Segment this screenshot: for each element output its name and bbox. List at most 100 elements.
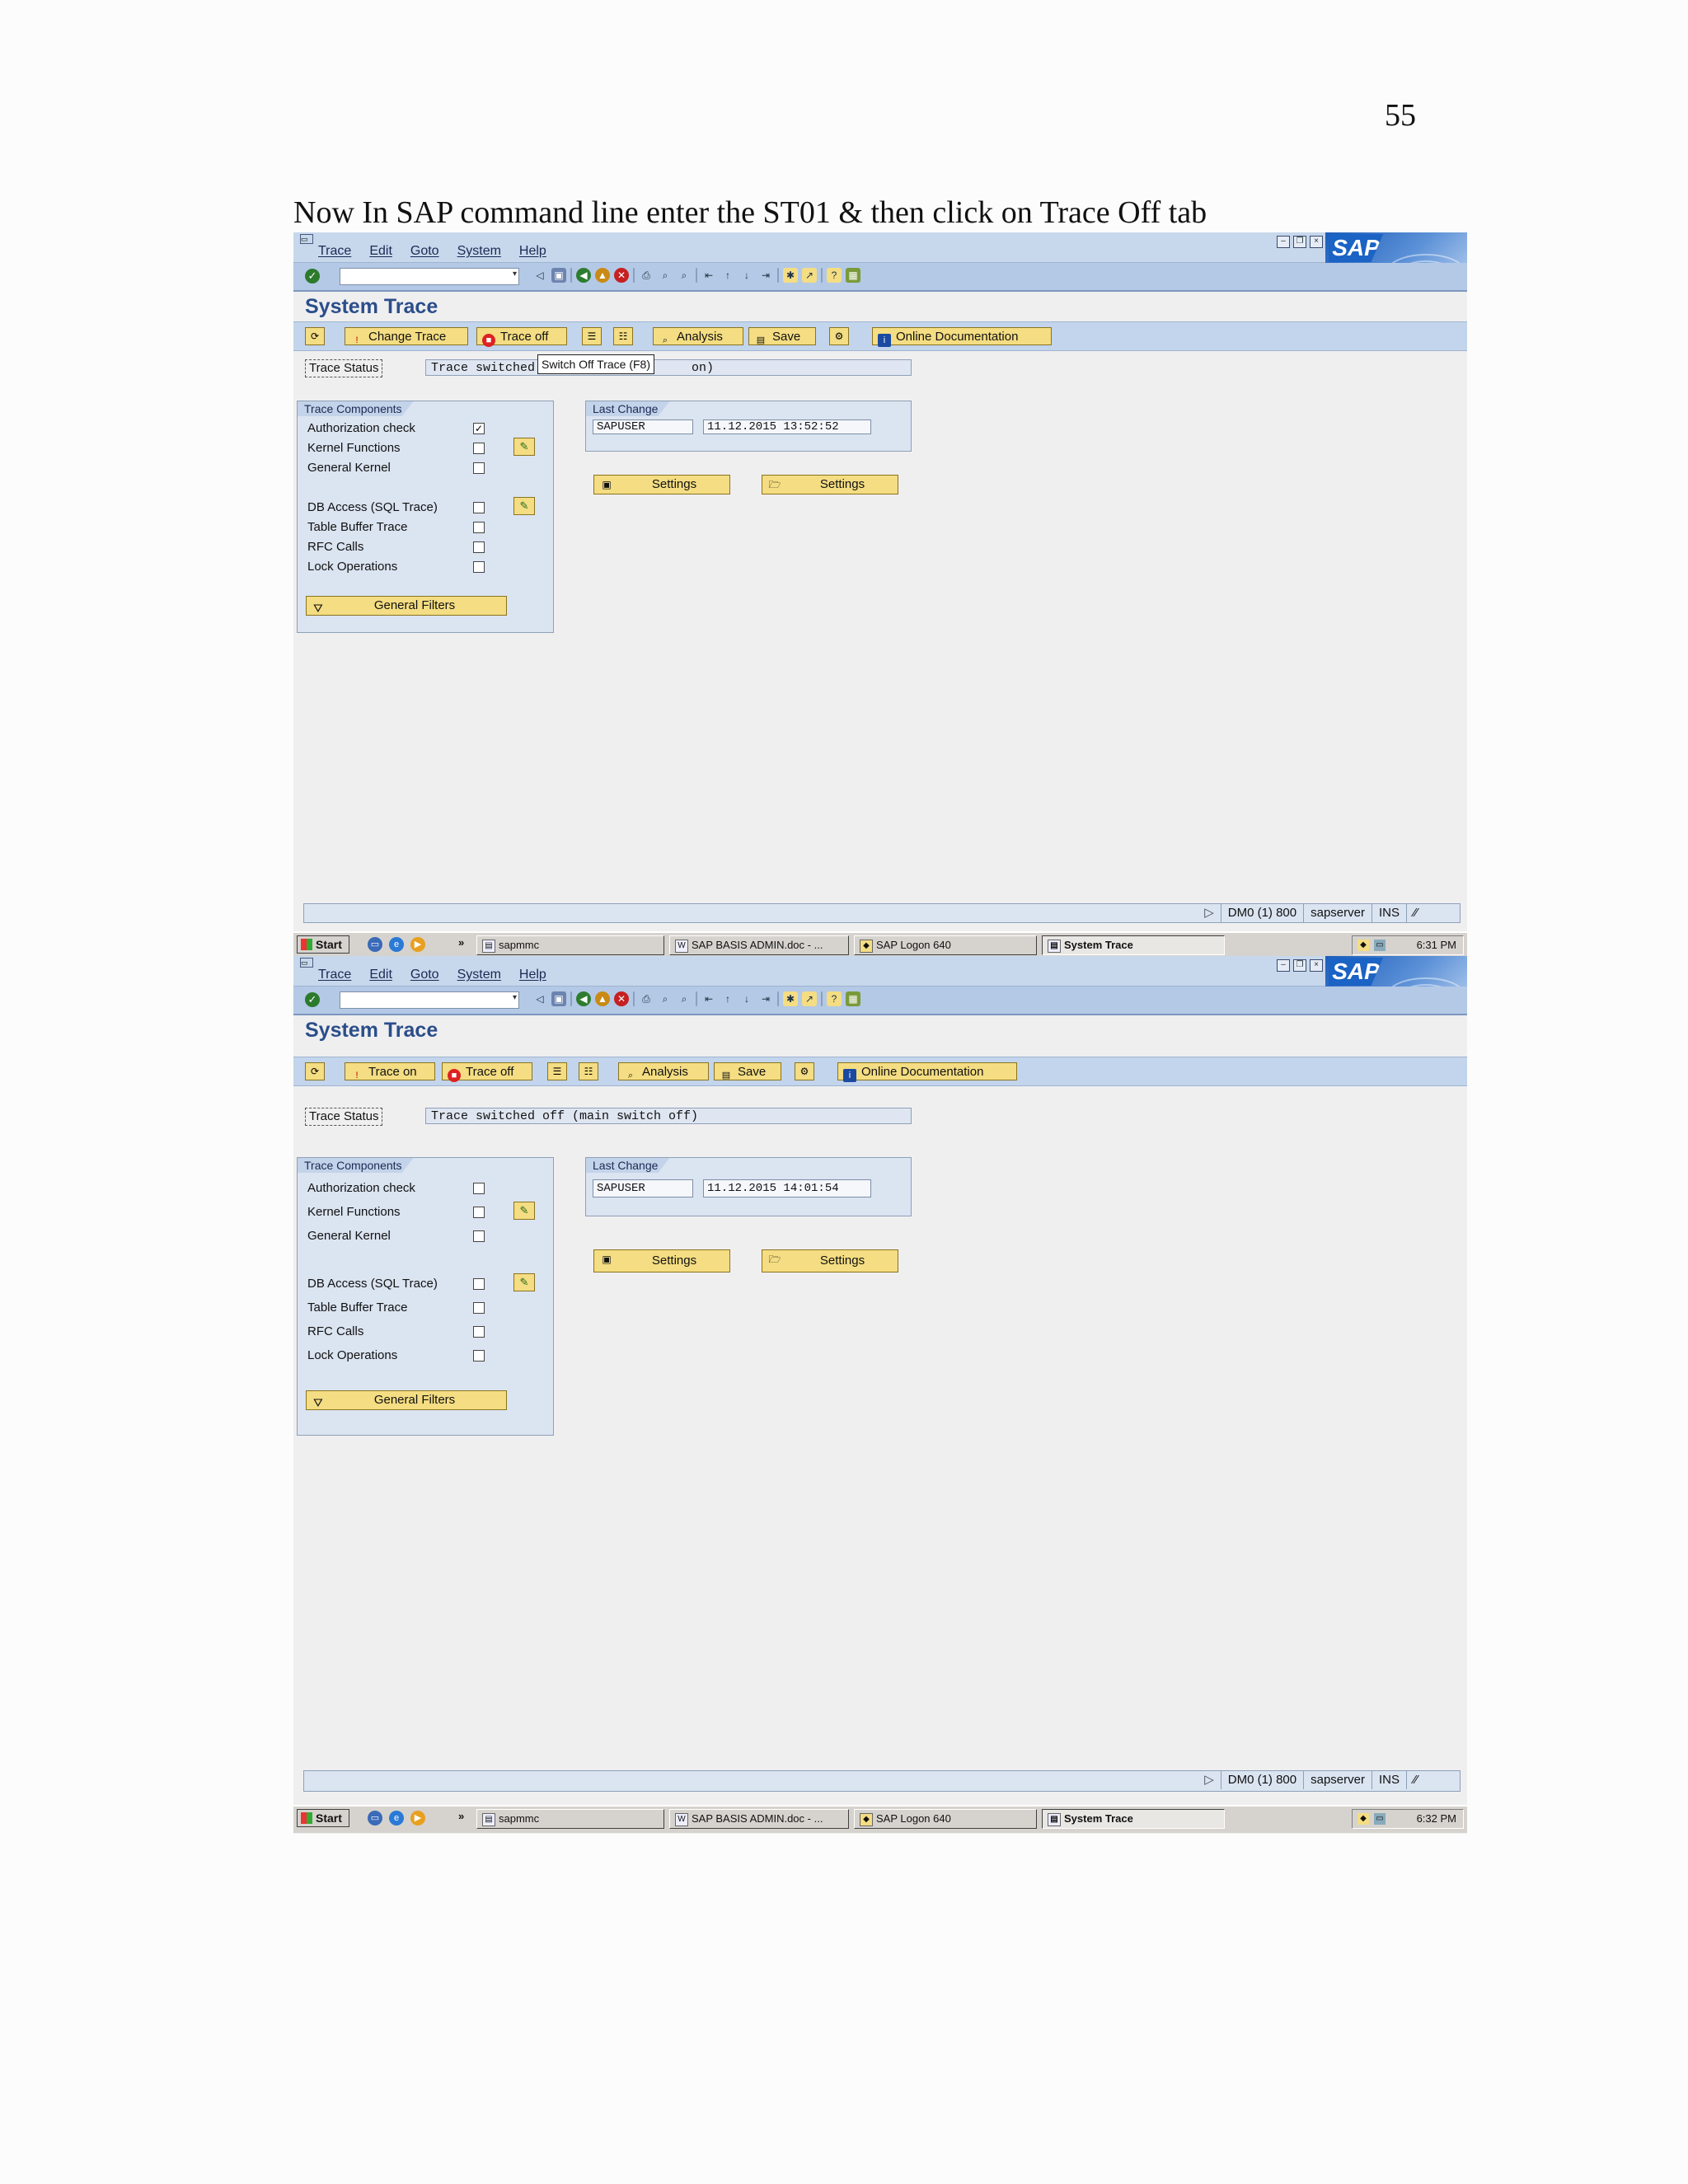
task-word-doc[interactable]: W SAP BASIS ADMIN.doc - ... [669, 1809, 849, 1829]
new-session-icon[interactable]: ✱ [783, 268, 798, 283]
menu-help[interactable]: Help [519, 244, 546, 259]
display-trace-button[interactable]: ☰ [582, 327, 602, 345]
display-trace-button[interactable]: ☰ [547, 1062, 567, 1080]
checkbox-table-buffer-trace[interactable] [473, 1302, 485, 1314]
save-button[interactable]: ▤ Save [714, 1062, 781, 1080]
task-sap-logon[interactable]: ◆ SAP Logon 640 [854, 935, 1037, 955]
menu-goto[interactable]: Goto [410, 968, 439, 982]
restore-icon[interactable]: ❐ [1293, 959, 1306, 972]
status-triangle-icon[interactable]: ▷ [1198, 904, 1221, 922]
tray-network-icon[interactable]: ▭ [1374, 940, 1386, 951]
find-icon[interactable]: ⌕ [658, 991, 673, 1006]
checkbox-db-access[interactable] [473, 1278, 485, 1290]
next-page-icon[interactable]: ↓ [739, 991, 754, 1006]
cancel-icon[interactable]: ✕ [614, 991, 629, 1006]
checkbox-lock-operations[interactable] [473, 561, 485, 573]
help-icon[interactable]: ? [827, 268, 842, 283]
checkbox-kernel-functions[interactable] [473, 443, 485, 454]
kernel-functions-details-button[interactable]: ✎ [513, 1202, 535, 1220]
task-sap-logon[interactable]: ◆ SAP Logon 640 [854, 1809, 1037, 1829]
load-settings-button[interactable]: 🗁 Settings [762, 475, 898, 494]
online-documentation-button[interactable]: i Online Documentation [837, 1062, 1017, 1082]
quick-launch-more[interactable]: » [458, 1810, 464, 1822]
compare-trace-button[interactable]: ☷ [579, 1062, 598, 1080]
desktop-icon[interactable]: ▭ [368, 937, 382, 952]
minimize-icon[interactable]: – [1277, 236, 1290, 248]
status-triangle-icon[interactable]: ▷ [1198, 1771, 1221, 1789]
exit-icon[interactable]: ▲ [595, 268, 610, 283]
general-filters-button[interactable]: ⛛ General Filters [306, 1390, 507, 1410]
menu-system[interactable]: System [457, 244, 501, 259]
shortcut-icon[interactable]: ↗ [802, 991, 817, 1006]
trace-off-button[interactable]: ■ Trace off [476, 327, 567, 347]
refresh-button[interactable]: ⟳ [305, 327, 325, 345]
check-circle-icon[interactable]: ✓ [305, 269, 320, 284]
find-next-icon[interactable]: ⌕ [677, 268, 692, 283]
dropdown-icon[interactable]: ▾ [513, 269, 517, 279]
quick-launch-more[interactable]: » [458, 936, 464, 949]
save-settings-button[interactable]: ▣ Settings [593, 475, 730, 494]
find-icon[interactable]: ⌕ [658, 268, 673, 283]
tray-sap-icon[interactable]: ◆ [1357, 940, 1369, 951]
layout-icon[interactable]: ▦ [846, 268, 860, 283]
checkbox-lock-operations[interactable] [473, 1350, 485, 1361]
new-session-icon[interactable]: ✱ [783, 991, 798, 1006]
save-icon[interactable]: ▣ [551, 268, 566, 283]
back-small-icon[interactable]: ◁ [532, 991, 547, 1006]
help-icon[interactable]: ? [827, 991, 842, 1006]
ie-icon[interactable]: e [389, 937, 404, 952]
print-icon[interactable]: ⎙ [639, 268, 654, 283]
menu-goto[interactable]: Goto [410, 244, 439, 259]
command-field[interactable]: ▾ [340, 268, 519, 285]
task-sapmmc[interactable]: ▤ sapmmc [476, 1809, 664, 1829]
refresh-button[interactable]: ⟳ [305, 1062, 325, 1080]
checkbox-rfc-calls[interactable] [473, 1326, 485, 1338]
first-page-icon[interactable]: ⇤ [701, 268, 716, 283]
cancel-icon[interactable]: ✕ [614, 268, 629, 283]
window-menu-icon[interactable]: ▭ [300, 234, 313, 244]
window-menu-icon[interactable]: ▭ [300, 958, 313, 968]
menu-trace[interactable]: Trace [318, 244, 351, 259]
task-system-trace[interactable]: ▤ System Trace [1042, 935, 1225, 955]
restore-icon[interactable]: ❐ [1293, 236, 1306, 248]
previous-page-icon[interactable]: ↑ [720, 268, 735, 283]
exit-icon[interactable]: ▲ [595, 991, 610, 1006]
next-page-icon[interactable]: ↓ [739, 268, 754, 283]
task-word-doc[interactable]: W SAP BASIS ADMIN.doc - ... [669, 935, 849, 955]
tray-sap-icon[interactable]: ◆ [1357, 1813, 1369, 1825]
media-icon[interactable]: ▶ [410, 937, 425, 952]
general-filters-button[interactable]: ⛛ General Filters [306, 596, 507, 616]
configure-button[interactable]: ⚙ [829, 327, 849, 345]
ie-icon[interactable]: e [389, 1811, 404, 1825]
close-icon[interactable]: × [1310, 959, 1323, 972]
media-icon[interactable]: ▶ [410, 1811, 425, 1825]
start-button[interactable]: Start [297, 935, 349, 954]
back-arrow-icon[interactable]: ◀ [576, 991, 591, 1006]
kernel-functions-details-button[interactable]: ✎ [513, 438, 535, 456]
minimize-icon[interactable]: – [1277, 959, 1290, 972]
analysis-button[interactable]: ⌕ Analysis [653, 327, 743, 345]
analysis-button[interactable]: ⌕ Analysis [618, 1062, 709, 1080]
shortcut-icon[interactable]: ↗ [802, 268, 817, 283]
menu-edit[interactable]: Edit [369, 968, 392, 982]
checkbox-table-buffer-trace[interactable] [473, 522, 485, 533]
checkbox-authorization-check[interactable] [473, 1183, 485, 1194]
save-icon[interactable]: ▣ [551, 991, 566, 1006]
checkbox-authorization-check[interactable]: ✓ [473, 423, 485, 434]
find-next-icon[interactable]: ⌕ [677, 991, 692, 1006]
start-button[interactable]: Start [297, 1809, 349, 1827]
trace-on-button[interactable]: ! Trace on [345, 1062, 435, 1080]
dropdown-icon[interactable]: ▾ [513, 993, 517, 1002]
checkbox-general-kernel[interactable] [473, 462, 485, 474]
previous-page-icon[interactable]: ↑ [720, 991, 735, 1006]
menu-help[interactable]: Help [519, 968, 546, 982]
check-circle-icon[interactable]: ✓ [305, 992, 320, 1007]
menu-trace[interactable]: Trace [318, 968, 351, 982]
task-sapmmc[interactable]: ▤ sapmmc [476, 935, 664, 955]
online-documentation-button[interactable]: i Online Documentation [872, 327, 1052, 347]
checkbox-kernel-functions[interactable] [473, 1207, 485, 1218]
db-access-details-button[interactable]: ✎ [513, 497, 535, 515]
print-icon[interactable]: ⎙ [639, 991, 654, 1006]
first-page-icon[interactable]: ⇤ [701, 991, 716, 1006]
menu-system[interactable]: System [457, 968, 501, 982]
